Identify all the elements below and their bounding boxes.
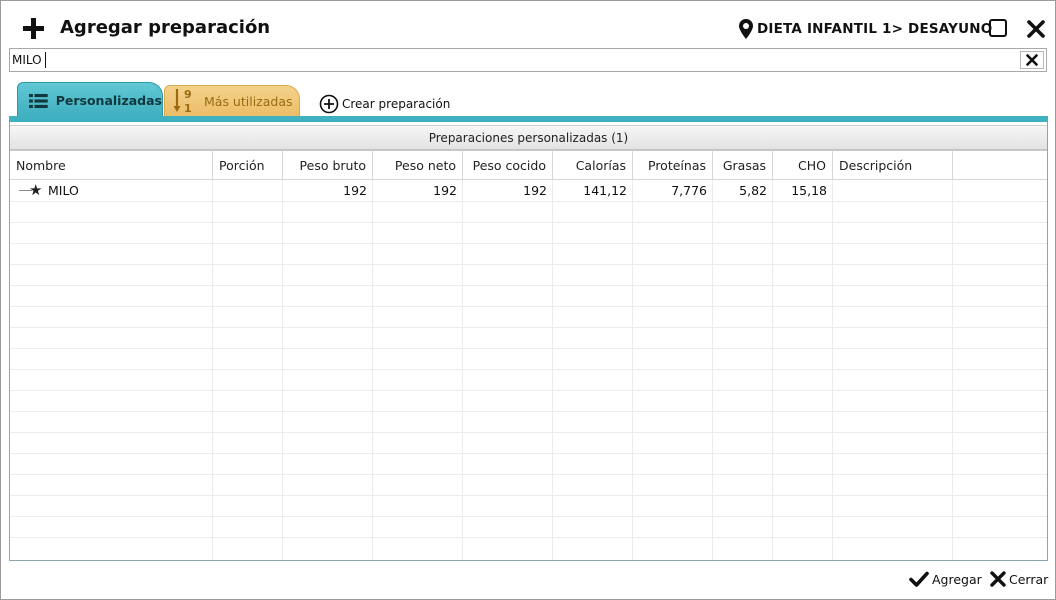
grid-row-line xyxy=(10,495,1047,496)
cell-proteinas: 7,776 xyxy=(671,183,707,198)
grid-row-line xyxy=(10,453,1047,454)
column-header-grasas[interactable]: Grasas xyxy=(713,151,773,180)
grid-column-line xyxy=(552,180,553,560)
grid-row-line xyxy=(10,516,1047,517)
cell-cho: 15,18 xyxy=(791,183,827,198)
grid-row-line xyxy=(10,537,1047,538)
clear-search-button[interactable] xyxy=(1020,51,1044,69)
dialog-title: Agregar preparación xyxy=(60,17,271,38)
cerrar-button[interactable]: Cerrar xyxy=(990,569,1048,589)
grid-row-line xyxy=(10,306,1047,307)
column-header-nombre[interactable]: Nombre xyxy=(10,151,213,180)
grid-column-line xyxy=(772,180,773,560)
grid-column-line xyxy=(282,180,283,560)
close-icon xyxy=(990,571,1006,587)
text-caret xyxy=(45,52,46,68)
search-input[interactable] xyxy=(12,51,1012,69)
grid-column-line xyxy=(952,180,953,560)
grid-row-line xyxy=(10,327,1047,328)
column-header-peso-cocido[interactable]: Peso cocido xyxy=(463,151,553,180)
grid-row-line xyxy=(10,285,1047,286)
column-header-calorias[interactable]: Calorías xyxy=(553,151,633,180)
cell-peso-cocido: 192 xyxy=(523,183,547,198)
cerrar-label: Cerrar xyxy=(1009,571,1049,587)
column-header-cho[interactable]: CHO xyxy=(773,151,833,180)
grid-row-line xyxy=(10,222,1047,223)
grid-panel: Preparaciones personalizadas (1) Nombre … xyxy=(9,122,1048,561)
cell-peso-neto: 192 xyxy=(433,183,457,198)
grid-row-line xyxy=(10,201,1047,202)
search-box xyxy=(9,48,1047,72)
checkmark-icon xyxy=(909,571,929,587)
agregar-button[interactable]: Agregar xyxy=(909,569,982,589)
tab-mas-utilizadas[interactable]: 9 1 Más utilizadas xyxy=(164,85,300,116)
tab-personalizadas[interactable]: Personalizadas xyxy=(17,82,163,118)
sort-numeric-desc-icon: 9 1 xyxy=(173,88,192,115)
column-header-porcion[interactable]: Porción xyxy=(213,151,283,180)
cell-porcion xyxy=(213,180,283,201)
grid-column-line xyxy=(832,180,833,560)
grid-column-line xyxy=(632,180,633,560)
map-pin-icon xyxy=(739,19,753,39)
column-header-proteinas[interactable]: Proteínas xyxy=(633,151,713,180)
preparations-grid: Nombre Porción Peso bruto Peso neto Peso… xyxy=(10,150,1047,560)
tab-personalizadas-label: Personalizadas xyxy=(55,93,162,108)
column-header-peso-bruto[interactable]: Peso bruto xyxy=(283,151,373,180)
grid-row-line xyxy=(10,390,1047,391)
cell-peso-bruto: 192 xyxy=(343,183,367,198)
location-text: DIETA INFANTIL 1> DESAYUNO xyxy=(757,21,993,37)
grid-column-line xyxy=(712,180,713,560)
svg-text:1: 1 xyxy=(184,102,192,115)
tab-mas-utilizadas-label: Más utilizadas xyxy=(204,93,293,109)
grid-column-line xyxy=(372,180,373,560)
column-header-peso-neto[interactable]: Peso neto xyxy=(373,151,463,180)
grid-row-line xyxy=(10,369,1047,370)
star-icon: ★ xyxy=(29,181,43,199)
create-preparation-button[interactable]: Crear preparación xyxy=(319,94,450,114)
cell-descripcion xyxy=(833,180,953,201)
grid-header-row: Nombre Porción Peso bruto Peso neto Peso… xyxy=(10,150,1047,180)
cell-nombre: ★ MILO xyxy=(10,180,213,201)
grid-row-line xyxy=(10,411,1047,412)
agregar-label: Agregar xyxy=(932,571,982,587)
close-icon[interactable] xyxy=(1027,20,1045,38)
grid-row-line xyxy=(10,474,1047,475)
clear-icon xyxy=(1026,54,1038,66)
maximize-icon[interactable] xyxy=(989,19,1007,37)
grid-row-line xyxy=(10,264,1047,265)
plus-circle-icon xyxy=(319,94,339,114)
grid-column-line xyxy=(212,180,213,560)
cell-calorias: 141,12 xyxy=(583,183,627,198)
svg-text:9: 9 xyxy=(184,88,192,101)
plus-icon xyxy=(23,18,45,40)
location-indicator: DIETA INFANTIL 1> DESAYUNO xyxy=(738,18,992,40)
group-header: Preparaciones personalizadas (1) xyxy=(10,125,1047,150)
grid-row-line xyxy=(10,432,1047,433)
cell-grasas: 5,82 xyxy=(739,183,767,198)
column-header-descripcion[interactable]: Descripción xyxy=(833,151,953,180)
grid-row-line xyxy=(10,243,1047,244)
table-row[interactable]: ★ MILO 192 192 192 141,12 7,776 5,82 15,… xyxy=(10,180,1047,201)
create-preparation-label: Crear preparación xyxy=(342,97,451,111)
grid-row-line xyxy=(10,348,1047,349)
list-icon xyxy=(29,93,48,108)
dialog-header: Agregar preparación DIETA INFANTIL 1> DE… xyxy=(1,1,1055,47)
cell-nombre-text: MILO xyxy=(48,183,79,198)
grid-column-line xyxy=(462,180,463,560)
